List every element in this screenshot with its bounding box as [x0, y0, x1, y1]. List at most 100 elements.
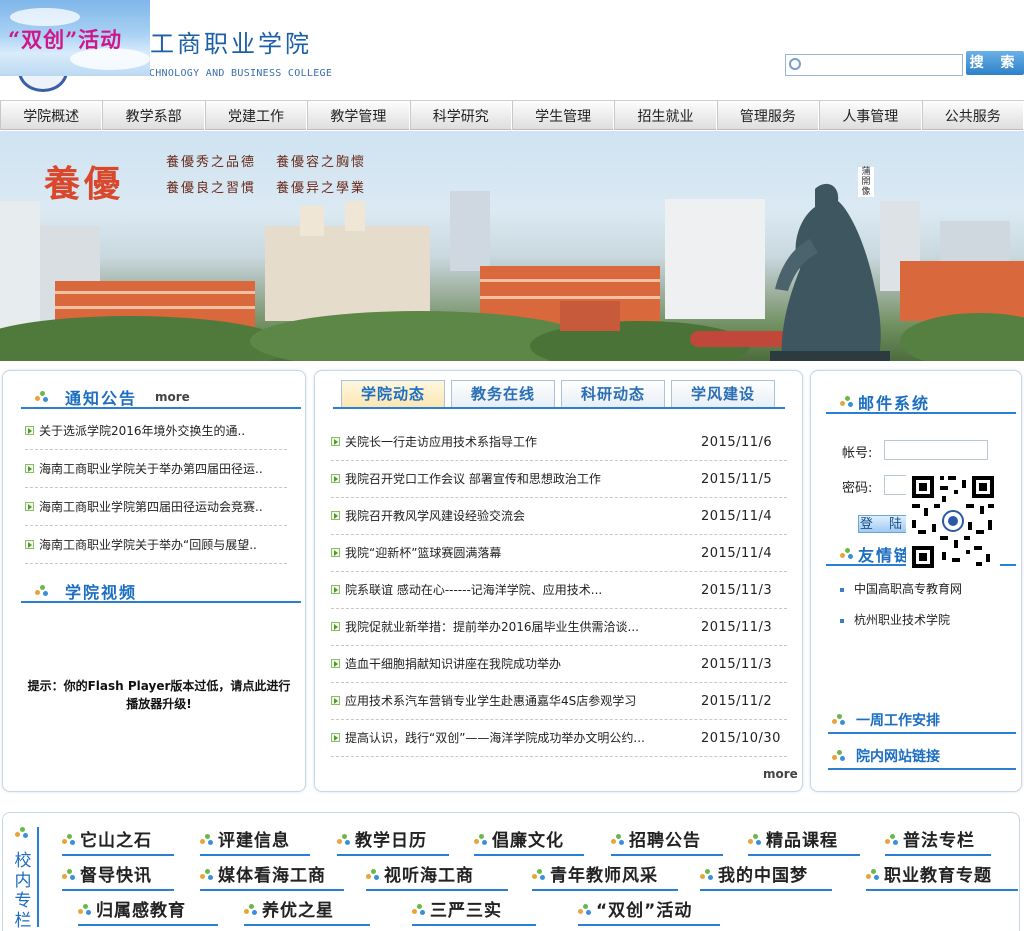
column-link[interactable]: 视听海工商 — [366, 863, 508, 891]
notice-title: 通知公告 — [65, 389, 138, 408]
column-link[interactable]: 督导快讯 — [62, 863, 174, 891]
dots-icon — [611, 834, 629, 846]
notice-item[interactable]: 海南工商职业学院第四届田径运动会竞赛.. — [25, 489, 287, 526]
dots-icon — [35, 585, 49, 597]
nav-item-admissions[interactable]: 招生就业 — [614, 101, 717, 130]
column-link[interactable]: 它山之石 — [62, 828, 174, 856]
column-link[interactable]: 普法专栏 — [885, 828, 991, 856]
column-link[interactable]: 三严三实 — [412, 898, 536, 926]
arrow-icon — [25, 502, 34, 511]
news-item[interactable]: 关院长一行走访应用技术系指导工作 2015/11/6 — [331, 424, 787, 461]
dots-icon — [532, 869, 550, 881]
video-title: 学院视频 — [65, 583, 138, 602]
column-link[interactable]: 我的中国梦 — [700, 863, 832, 891]
column-link[interactable]: 媒体看海工商 — [200, 863, 344, 891]
arrow-icon — [331, 437, 340, 446]
tab-research-news[interactable]: 科研动态 — [561, 380, 665, 407]
column-link-label: 养优之星 — [262, 901, 334, 921]
dots-icon — [337, 834, 355, 846]
nav-item-party[interactable]: 党建工作 — [204, 101, 308, 130]
nav-item-services[interactable]: 管理服务 — [716, 101, 820, 130]
mail-title: 邮件系统 — [858, 394, 931, 413]
news-item[interactable]: 提高认识，践行“双创”——海洋学院成功举办文明公约... 2015/10/30 — [331, 720, 787, 757]
dots-icon — [78, 904, 96, 916]
news-item[interactable]: 我院召开党口工作会议 部署宣传和思想政治工作 2015/11/5 — [331, 461, 787, 498]
friend-link[interactable]: 杭州职业技术学院 — [840, 611, 950, 628]
dots-icon — [748, 834, 766, 846]
column-link-label: 评建信息 — [218, 831, 290, 851]
arrow-icon — [331, 548, 340, 557]
notice-item[interactable]: 海南工商职业学院关于举办“回顾与展望.. — [25, 527, 287, 564]
banner-slogan-line: 養優良之習慣 — [166, 181, 257, 196]
tab-academic-affairs[interactable]: 教务在线 — [451, 380, 555, 407]
column-link-label: 青年教师风采 — [550, 866, 658, 886]
arrow-icon — [25, 464, 34, 473]
account-input[interactable] — [884, 440, 988, 460]
search-button[interactable]: 搜 索 — [966, 51, 1024, 75]
dots-icon — [474, 834, 492, 846]
tab-study-style[interactable]: 学风建设 — [671, 380, 775, 407]
nav-item-teaching[interactable]: 教学管理 — [307, 101, 410, 130]
arrow-icon — [25, 540, 34, 549]
banner-slogan-line: 養優秀之品德 — [166, 155, 257, 170]
account-label: 帐号: — [842, 446, 873, 461]
news-more-link[interactable]: more — [763, 767, 798, 781]
search-input[interactable] — [806, 56, 960, 74]
tab-college-news[interactable]: 学院动态 — [341, 380, 445, 407]
column-link-label: 媒体看海工商 — [218, 866, 326, 886]
search-box — [785, 54, 963, 76]
news-item[interactable]: 我院召开教风学风建设经验交流会 2015/11/4 — [331, 498, 787, 535]
week-schedule-link[interactable]: 一周工作安排 — [828, 704, 1016, 734]
column-link[interactable]: 精品课程 — [748, 828, 860, 856]
nav-item-students[interactable]: 学生管理 — [511, 101, 615, 130]
arrow-icon — [25, 426, 34, 435]
dots-icon — [62, 869, 80, 881]
friend-link[interactable]: 中国高职高专教育网 — [840, 580, 962, 597]
arrow-icon — [331, 474, 340, 483]
column-link-label: 归属感教育 — [96, 901, 186, 921]
column-link[interactable]: “双创”活动 — [578, 898, 720, 926]
column-link-label: 它山之石 — [80, 831, 152, 851]
column-link[interactable]: 教学日历 — [337, 828, 449, 856]
column-link-label: 招聘公告 — [629, 831, 701, 851]
column-link[interactable]: 青年教师风采 — [532, 863, 678, 891]
intranet-links-link[interactable]: 院内网站链接 — [828, 740, 1016, 770]
login-button[interactable]: 登 陆 — [858, 515, 910, 533]
nav-item-hr[interactable]: 人事管理 — [819, 101, 922, 130]
arrow-icon — [331, 622, 340, 631]
promo-text[interactable]: “双创”活动 — [8, 24, 122, 54]
site-title: 工商职业学院 — [150, 30, 312, 58]
news-item[interactable]: 应用技术系汽车营销专业学生赴惠通嘉华4S店参观学习 2015/11/2 — [331, 683, 787, 720]
dots-icon — [578, 904, 596, 916]
news-item[interactable]: 院系联谊 感动在心------记海洋学院、应用技术... 2015/11/3 — [331, 572, 787, 609]
news-item[interactable]: 我院“迎新杯”篮球赛圆满落幕 2015/11/4 — [331, 535, 787, 572]
column-link-label: 精品课程 — [766, 831, 838, 851]
arrow-icon — [331, 585, 340, 594]
notice-item[interactable]: 关于选派学院2016年境外交换生的通.. — [25, 413, 287, 450]
nav-item-research[interactable]: 科学研究 — [409, 101, 512, 130]
column-link[interactable]: 倡廉文化 — [474, 828, 584, 856]
dots-icon — [840, 548, 854, 560]
arrow-icon — [331, 733, 340, 742]
column-link[interactable]: 归属感教育 — [78, 898, 218, 926]
column-link[interactable]: 评建信息 — [200, 828, 310, 856]
banner-slogan-line: 養優异之學業 — [276, 181, 367, 196]
nav-item-about[interactable]: 学院概述 — [0, 101, 103, 130]
dots-icon — [200, 834, 218, 846]
flash-upgrade-link[interactable]: 提示：你的Flash Player版本过低，请点此进行播放器升级! — [27, 677, 291, 713]
dots-icon — [866, 869, 884, 881]
notice-header: 通知公告 more — [21, 383, 301, 409]
nav-item-public[interactable]: 公共服务 — [921, 101, 1024, 130]
dots-icon — [412, 904, 430, 916]
nav-item-departments[interactable]: 教学系部 — [102, 101, 205, 130]
notice-more-link[interactable]: more — [155, 390, 190, 404]
news-item[interactable]: 我院促就业新举措：提前举办2016届毕业生供需洽谈... 2015/11/3 — [331, 609, 787, 646]
dots-icon — [244, 904, 262, 916]
news-panel: 学院动态 教务在线 科研动态 学风建设 关院长一行走访应用技术系指导工作 2015… — [314, 370, 803, 792]
column-link[interactable]: 养优之星 — [244, 898, 370, 926]
column-link[interactable]: 招聘公告 — [611, 828, 723, 856]
news-item[interactable]: 造血干细胞捐献知识讲座在我院成功举办 2015/11/3 — [331, 646, 787, 683]
banner-slogan-line: 養優容之胸懷 — [276, 155, 367, 170]
notice-item[interactable]: 海南工商职业学院关于举办第四届田径运.. — [25, 451, 287, 488]
column-link[interactable]: 职业教育专题 — [866, 863, 1018, 891]
